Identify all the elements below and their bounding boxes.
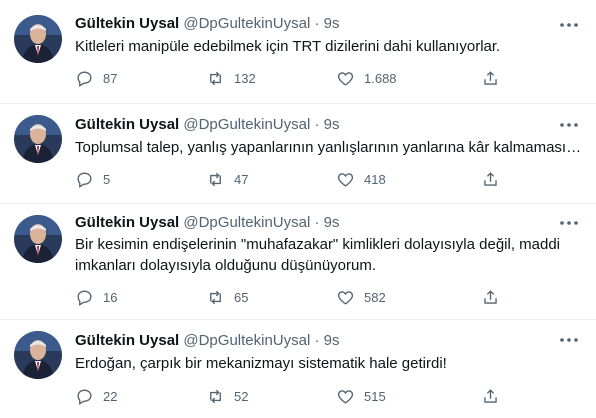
reply-count: 5 [103,171,111,187]
like-count: 515 [364,388,386,404]
separator-dot: · [314,15,320,32]
author-name[interactable]: Gültekin Uysal [75,15,179,32]
retweet-button[interactable]: 65 [206,287,248,307]
tweet-header: Gültekin Uysal @DpGultekinUysal · 9s [75,14,340,34]
tweet-header: Gültekin Uysal @DpGultekinUysal · 9s [75,331,340,351]
reply-icon [77,70,92,87]
share-button[interactable] [481,287,500,307]
like-count: 418 [364,171,386,187]
tweet[interactable]: Gültekin Uysal @DpGultekinUysal · 9s Top… [0,104,596,204]
tweet-time[interactable]: 9s [324,214,340,231]
heart-icon [337,389,354,404]
retweet-icon [210,290,221,304]
author-name[interactable]: Gültekin Uysal [75,214,179,231]
reply-button[interactable]: 22 [75,386,117,406]
share-button[interactable] [481,169,500,189]
retweet-count: 132 [234,70,256,86]
avatar[interactable] [14,215,62,263]
more-options-button[interactable] [558,16,580,34]
separator-dot: · [314,214,320,231]
tweet-time[interactable]: 9s [324,116,340,133]
more-horizontal-icon [560,221,578,225]
share-icon [484,388,497,403]
avatar-image [14,215,62,263]
like-count: 582 [364,289,386,305]
retweet-count: 47 [234,171,249,187]
reply-icon [77,289,92,306]
like-count: 1.688 [364,70,397,86]
retweet-count: 52 [234,388,249,404]
more-horizontal-icon [560,123,578,127]
tweet-text: Erdoğan, çarpık bir mekanizmayı sistemat… [75,355,447,372]
reply-count: 16 [103,289,118,305]
author-handle[interactable]: @DpGultekinUysal [183,332,310,349]
retweet-button[interactable]: 47 [206,169,248,189]
like-button[interactable]: 1.688 [336,68,397,88]
retweet-icon [210,172,221,186]
retweet-button[interactable]: 132 [206,68,256,88]
retweet-button[interactable]: 52 [206,386,248,406]
tweet-timeline: Gültekin Uysal @DpGultekinUysal · 9s Kit… [0,0,596,418]
tweet[interactable]: Gültekin Uysal @DpGultekinUysal · 9s Kit… [0,0,596,104]
author-handle[interactable]: @DpGultekinUysal [183,15,310,32]
share-icon [484,171,497,186]
like-button[interactable]: 515 [336,386,386,406]
tweet-header: Gültekin Uysal @DpGultekinUysal · 9s [75,115,340,135]
share-icon [484,70,497,85]
more-options-button[interactable] [558,331,580,349]
reply-icon [77,388,92,405]
reply-button[interactable]: 5 [75,169,110,189]
like-button[interactable]: 418 [336,169,386,189]
separator-dot: · [314,332,320,349]
share-icon [484,289,497,304]
author-name[interactable]: Gültekin Uysal [75,332,179,349]
reply-count: 87 [103,70,118,86]
avatar-image [14,331,62,379]
reply-button[interactable]: 16 [75,287,117,307]
reply-count: 22 [103,388,118,404]
heart-icon [337,290,354,305]
tweet-time[interactable]: 9s [324,15,340,32]
tweet-text: Bir kesimin endişelerinin "muhafazakar" … [75,236,561,274]
tweet-text: Toplumsal talep, yanlış yapanlarının yan… [75,139,582,156]
author-name[interactable]: Gültekin Uysal [75,116,179,133]
more-horizontal-icon [560,338,578,342]
avatar[interactable] [14,115,62,163]
author-handle[interactable]: @DpGultekinUysal [183,214,310,231]
share-button[interactable] [481,68,500,88]
more-horizontal-icon [560,23,578,27]
avatar-image [14,115,62,163]
tweet-text: Kitleleri manipüle edebilmek için TRT di… [75,38,501,55]
tweet-time[interactable]: 9s [324,332,340,349]
avatar-image [14,15,62,63]
separator-dot: · [314,116,320,133]
heart-icon [337,71,354,86]
reply-icon [77,171,92,188]
tweet[interactable]: Gültekin Uysal @DpGultekinUysal · 9s Erd… [0,320,596,418]
retweet-count: 65 [234,289,249,305]
retweet-icon [210,389,221,403]
reply-button[interactable]: 87 [75,68,117,88]
tweet-header: Gültekin Uysal @DpGultekinUysal · 9s [75,213,340,233]
share-button[interactable] [481,386,500,406]
like-button[interactable]: 582 [336,287,386,307]
author-handle[interactable]: @DpGultekinUysal [183,116,310,133]
more-options-button[interactable] [558,214,580,232]
heart-icon [337,172,354,187]
tweet[interactable]: Gültekin Uysal @DpGultekinUysal · 9s Bir… [0,204,596,320]
avatar[interactable] [14,15,62,63]
more-options-button[interactable] [558,116,580,134]
retweet-icon [210,71,221,85]
avatar[interactable] [14,331,62,379]
